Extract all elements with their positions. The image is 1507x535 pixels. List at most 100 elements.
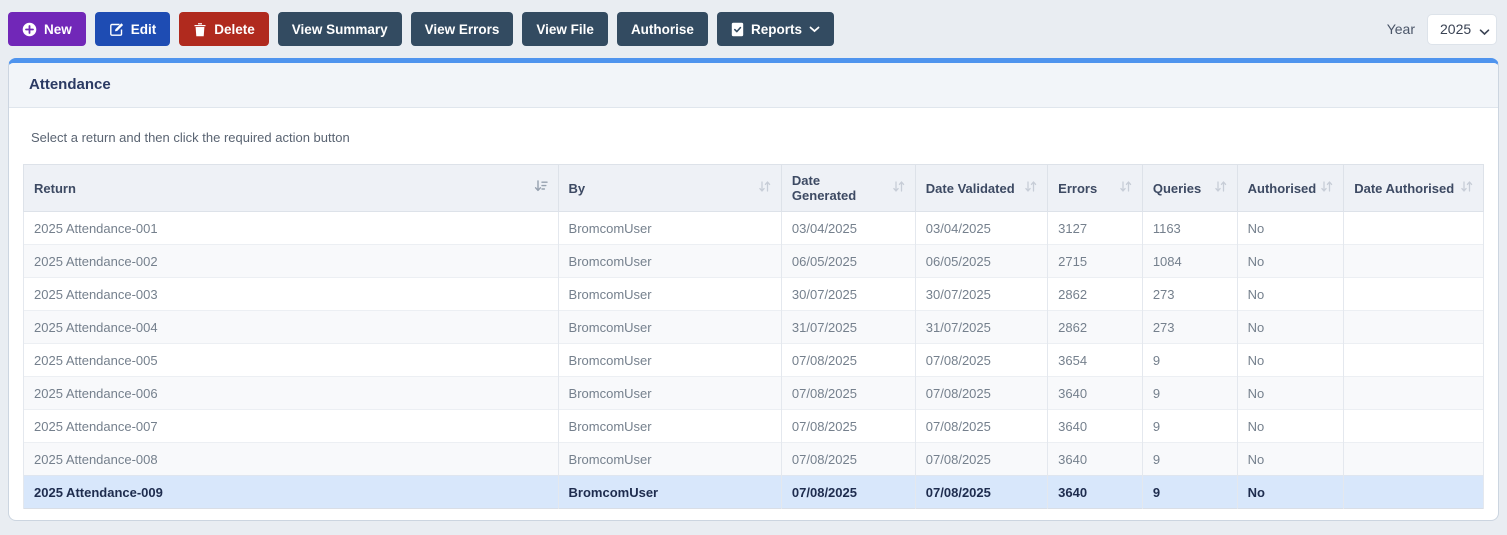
table-row[interactable]: 2025 Attendance-005 BromcomUser 07/08/2025…: [23, 343, 1484, 377]
cell-return: 2025 Attendance-004: [23, 310, 559, 344]
edit-button-label: Edit: [130, 21, 157, 37]
cell-date_generated: 07/08/2025: [780, 475, 916, 509]
cell-return: 2025 Attendance-006: [23, 376, 559, 410]
pencil-square-icon: [109, 22, 124, 37]
cell-queries: 273: [1141, 310, 1238, 344]
cell-return: 2025 Attendance-009: [23, 475, 559, 509]
cell-return: 2025 Attendance-008: [23, 442, 559, 476]
plus-circle-icon: [22, 22, 37, 37]
delete-button[interactable]: Delete: [179, 12, 269, 46]
year-filter: Year 2025: [1386, 13, 1497, 45]
column-header-by[interactable]: By: [557, 164, 782, 212]
cell-errors: 2862: [1047, 277, 1143, 311]
column-label: By: [568, 180, 586, 196]
cell-by: BromcomUser: [557, 244, 782, 278]
panel-body: Select a return and then click the requi…: [9, 108, 1498, 531]
edit-button[interactable]: Edit: [94, 12, 171, 46]
cell-errors: 3640: [1047, 442, 1143, 476]
authorise-button-label: Authorise: [630, 21, 694, 37]
cell-authorised: No: [1236, 442, 1345, 476]
table-row[interactable]: 2025 Attendance-002 BromcomUser 06/05/2025…: [23, 244, 1484, 278]
cell-authorised: No: [1236, 277, 1345, 311]
returns-table: Return By Date Generated Date Validated Erro…: [23, 164, 1484, 509]
cell-date_validated: 30/07/2025: [914, 277, 1049, 311]
cell-errors: 3640: [1047, 475, 1143, 509]
cell-date_validated: 07/08/2025: [914, 475, 1049, 509]
sort-icon: [892, 180, 905, 196]
cell-authorised: No: [1236, 376, 1345, 410]
cell-errors: 2862: [1047, 310, 1143, 344]
table-row[interactable]: 2025 Attendance-008 BromcomUser 07/08/2025…: [23, 442, 1484, 476]
cell-return: 2025 Attendance-003: [23, 277, 559, 311]
cell-date_authorised: [1343, 277, 1484, 311]
cell-date_authorised: [1343, 475, 1484, 509]
table-row[interactable]: 2025 Attendance-001 BromcomUser 03/04/2025…: [23, 211, 1484, 245]
cell-date_validated: 07/08/2025: [914, 442, 1049, 476]
cell-queries: 9: [1141, 442, 1238, 476]
table-row[interactable]: 2025 Attendance-003 BromcomUser 30/07/2025…: [23, 277, 1484, 311]
table-row[interactable]: 2025 Attendance-004 BromcomUser 31/07/2025…: [23, 310, 1484, 344]
cell-by: BromcomUser: [557, 310, 782, 344]
cell-date_validated: 31/07/2025: [914, 310, 1049, 344]
column-header-errors[interactable]: Errors: [1047, 164, 1143, 212]
view-file-button[interactable]: View File: [522, 12, 608, 46]
sort-icon: [1119, 180, 1132, 196]
cell-date_authorised: [1343, 343, 1484, 377]
cell-by: BromcomUser: [557, 475, 782, 509]
reports-dropdown-button[interactable]: Reports: [716, 12, 834, 46]
view-summary-button[interactable]: View Summary: [277, 12, 402, 46]
table-row[interactable]: 2025 Attendance-009 BromcomUser 07/08/2025…: [23, 475, 1484, 509]
column-label: Date Generated: [791, 173, 857, 203]
view-errors-button-label: View Errors: [424, 21, 500, 37]
new-button[interactable]: New: [8, 12, 86, 46]
chevron-down-icon: [809, 26, 820, 33]
view-summary-button-label: View Summary: [291, 21, 388, 37]
cell-date_validated: 03/04/2025: [914, 211, 1049, 245]
report-document-icon: [731, 22, 744, 37]
column-header-date_generated[interactable]: Date Generated: [780, 164, 916, 212]
cell-by: BromcomUser: [557, 277, 782, 311]
column-header-date_validated[interactable]: Date Validated: [914, 164, 1049, 212]
view-errors-button[interactable]: View Errors: [410, 12, 514, 46]
table-row[interactable]: 2025 Attendance-006 BromcomUser 07/08/2025…: [23, 376, 1484, 410]
new-button-label: New: [44, 21, 72, 37]
year-select[interactable]: 2025: [1427, 13, 1497, 45]
cell-errors: 3640: [1047, 376, 1143, 410]
cell-by: BromcomUser: [557, 211, 782, 245]
year-label: Year: [1386, 21, 1415, 37]
instruction-text: Select a return and then click the requi…: [31, 130, 350, 145]
cell-by: BromcomUser: [557, 409, 782, 443]
cell-date_generated: 07/08/2025: [780, 376, 916, 410]
authorise-button[interactable]: Authorise: [616, 12, 708, 46]
cell-date_generated: 31/07/2025: [780, 310, 916, 344]
column-label: Queries: [1152, 180, 1202, 196]
cell-return: 2025 Attendance-005: [23, 343, 559, 377]
cell-date_validated: 07/08/2025: [914, 409, 1049, 443]
panel-title: Attendance: [29, 76, 111, 93]
cell-date_generated: 07/08/2025: [780, 343, 916, 377]
cell-date_validated: 07/08/2025: [914, 376, 1049, 410]
column-header-date_authorised[interactable]: Date Authorised: [1343, 164, 1484, 212]
column-header-authorised[interactable]: Authorised: [1236, 164, 1345, 212]
cell-authorised: No: [1236, 310, 1345, 344]
column-label: Date Validated: [925, 180, 1015, 196]
delete-button-label: Delete: [214, 21, 255, 37]
cell-date_generated: 03/04/2025: [780, 211, 916, 245]
cell-errors: 3640: [1047, 409, 1143, 443]
cell-date_authorised: [1343, 310, 1484, 344]
cell-queries: 9: [1141, 409, 1238, 443]
column-header-queries[interactable]: Queries: [1141, 164, 1238, 212]
table-row[interactable]: 2025 Attendance-007 BromcomUser 07/08/2025…: [23, 409, 1484, 443]
cell-queries: 1163: [1141, 211, 1238, 245]
sort-icon: [1214, 180, 1227, 196]
trash-icon: [193, 22, 207, 37]
cell-authorised: No: [1236, 475, 1345, 509]
table-header-row: Return By Date Generated Date Validated Erro…: [23, 164, 1484, 212]
column-label: Date Authorised: [1354, 180, 1455, 196]
view-file-button-label: View File: [536, 21, 594, 37]
cell-return: 2025 Attendance-002: [23, 244, 559, 278]
cell-date_authorised: [1343, 376, 1484, 410]
sort-icon: [1460, 180, 1473, 196]
cell-date_validated: 06/05/2025: [914, 244, 1049, 278]
column-header-return[interactable]: Return: [23, 164, 559, 212]
